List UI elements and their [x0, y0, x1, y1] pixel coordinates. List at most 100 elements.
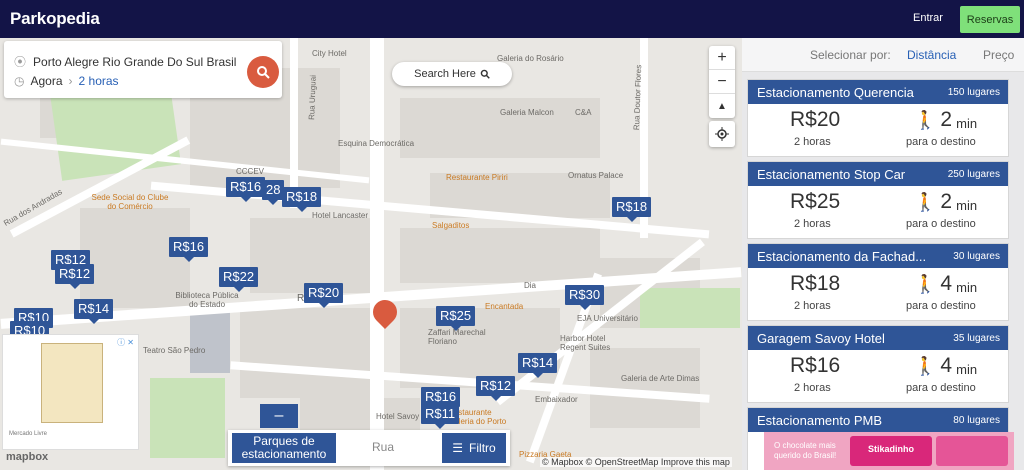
map-label: C&A: [575, 108, 592, 117]
walk-destination-label: para o destino: [906, 300, 976, 312]
price-marker[interactable]: R$12: [476, 376, 516, 401]
walking-icon: 🚶: [914, 273, 937, 294]
cluster-collapse-button[interactable]: –: [260, 404, 298, 428]
result-duration: 2 horas: [794, 218, 831, 230]
result-spaces: 150 lugares: [947, 86, 1000, 98]
zoom-in-button[interactable]: +: [709, 46, 735, 70]
result-price: R$16: [790, 354, 841, 377]
walk-destination-label: para o destino: [906, 382, 976, 394]
price-marker[interactable]: R$12: [55, 264, 95, 289]
map-label: CCCEV: [236, 167, 265, 176]
map-label: Salgaditos: [432, 221, 470, 230]
search-icon: [257, 66, 270, 79]
walking-icon: 🚶: [914, 191, 937, 212]
time-start[interactable]: Agora: [30, 74, 62, 88]
map-label: Zaffari Marechal Floriano: [428, 328, 486, 346]
map-label: Harbor Hotel Regent Suites: [560, 334, 611, 352]
price-marker[interactable]: R$14: [74, 299, 114, 324]
login-link[interactable]: Entrar: [913, 12, 943, 24]
walk-minutes: 4: [940, 272, 953, 295]
sort-distance-tab[interactable]: Distância: [907, 48, 956, 62]
ad-image: [41, 343, 103, 423]
map-attribution[interactable]: © Mapbox © OpenStreetMap Improve this ma…: [540, 457, 732, 467]
map-label: Galeria de Arte Dimas: [621, 374, 700, 383]
result-card[interactable]: Estacionamento da Fachad... 30 lugares R$…: [747, 243, 1009, 321]
search-icon: [480, 69, 490, 79]
result-duration: 2 horas: [794, 300, 831, 312]
ad-text: O chocolate mais querido do Brasil!: [774, 441, 837, 460]
mapbox-logo[interactable]: mapbox: [6, 451, 48, 463]
result-name: Estacionamento Stop Car: [757, 166, 906, 182]
compass-button[interactable]: ▲: [709, 94, 735, 118]
zoom-out-button[interactable]: −: [709, 70, 735, 94]
top-bar: Parkopedia Entrar Reservas: [0, 0, 1024, 38]
sort-price-tab[interactable]: Preço: [983, 48, 1014, 62]
price-marker[interactable]: R$16: [169, 237, 209, 262]
result-spaces: 35 lugares: [953, 332, 1000, 344]
result-price: R$25: [790, 190, 841, 213]
result-name: Estacionamento Querencia: [757, 84, 914, 100]
map-label: Embaixador: [535, 395, 578, 404]
result-name: Estacionamento da Fachad...: [757, 248, 927, 264]
walk-destination-label: para o destino: [906, 218, 976, 230]
result-card[interactable]: Estacionamento Querencia 150 lugares R$20…: [747, 79, 1009, 157]
result-name: Garagem Savoy Hotel: [757, 330, 885, 346]
crosshair-icon: [715, 127, 729, 141]
map-label: City Hotel: [312, 49, 347, 58]
street-input[interactable]: Rua: [372, 440, 394, 454]
parkopedia-logo[interactable]: Parkopedia: [10, 9, 100, 29]
map-label: Galeria Malcon: [500, 108, 554, 117]
map-label: Hotel Savoy: [376, 412, 420, 421]
ad-brand: Mercado Livre: [9, 431, 48, 437]
map-label: Galeria do Rosário: [497, 54, 564, 63]
parking-type-button[interactable]: Parques de estacionamento: [232, 433, 336, 463]
price-marker[interactable]: R$18: [282, 187, 322, 212]
search-here-button[interactable]: Search Here: [392, 62, 512, 86]
map-label: Biblioteca Pública do Estado: [175, 291, 239, 309]
advertisement-left[interactable]: Mercado Livre ⓘ ✕: [2, 334, 139, 450]
price-marker[interactable]: R$30: [565, 285, 605, 310]
price-marker[interactable]: R$22: [219, 267, 259, 292]
price-marker[interactable]: R$11: [421, 404, 460, 429]
sort-label: Selecionar por:: [810, 48, 891, 62]
walking-icon: 🚶: [914, 109, 937, 130]
map-label: Teatro São Pedro: [143, 346, 206, 355]
map-label: EJA Universitário: [577, 314, 638, 323]
zoom-controls: + − ▲: [709, 46, 735, 118]
result-duration: 2 horas: [794, 382, 831, 394]
walk-minutes: 2: [940, 190, 953, 213]
advertisement-right[interactable]: O chocolate mais querido do Brasil! Stik…: [764, 432, 1014, 470]
result-spaces: 250 lugares: [947, 168, 1000, 180]
result-duration: 2 horas: [794, 136, 831, 148]
map-label: Sede Social do Clube do Comércio: [91, 193, 169, 211]
price-marker[interactable]: R$14: [518, 353, 558, 378]
result-card[interactable]: Estacionamento Stop Car 250 lugares R$25 …: [747, 161, 1009, 239]
map-label: Esquina Democrática: [338, 139, 415, 148]
map-label: Encantada: [485, 302, 524, 311]
result-spaces: 80 lugares: [953, 414, 1000, 426]
walk-minutes: 4: [940, 354, 953, 377]
result-card[interactable]: Garagem Savoy Hotel 35 lugares R$16 2 hor…: [747, 325, 1009, 403]
price-marker[interactable]: R$25: [436, 306, 476, 331]
location-pin-icon: ⦿: [14, 55, 27, 69]
results-panel: Selecionar por: Distância Preço Estacion…: [742, 38, 1024, 470]
chevron-right-icon: ›: [68, 74, 73, 88]
filter-button[interactable]: ☰ Filtro: [442, 433, 506, 463]
price-marker[interactable]: R$20: [304, 283, 344, 308]
location-input[interactable]: Porto Alegre Rio Grande Do Sul Brasil: [33, 55, 236, 69]
price-marker[interactable]: R$18: [612, 197, 652, 222]
search-button[interactable]: [247, 56, 279, 88]
result-price: R$20: [790, 108, 841, 131]
price-marker[interactable]: R$16: [226, 177, 266, 202]
map-label: Restaurante Piriri: [446, 173, 508, 182]
map-label: Dia: [524, 281, 537, 290]
ad-brand: Stikadinho: [868, 444, 915, 454]
walking-icon: 🚶: [914, 355, 937, 376]
locate-me-button[interactable]: [709, 121, 735, 147]
duration-select[interactable]: 2 horas: [79, 74, 119, 88]
ad-info-icon[interactable]: ⓘ ✕: [117, 337, 134, 348]
reservations-button[interactable]: Reservas: [960, 6, 1020, 33]
result-price: R$18: [790, 272, 841, 295]
walk-minutes: 2: [940, 108, 953, 131]
search-panel: ⦿ Porto Alegre Rio Grande Do Sul Brasil …: [4, 41, 282, 98]
